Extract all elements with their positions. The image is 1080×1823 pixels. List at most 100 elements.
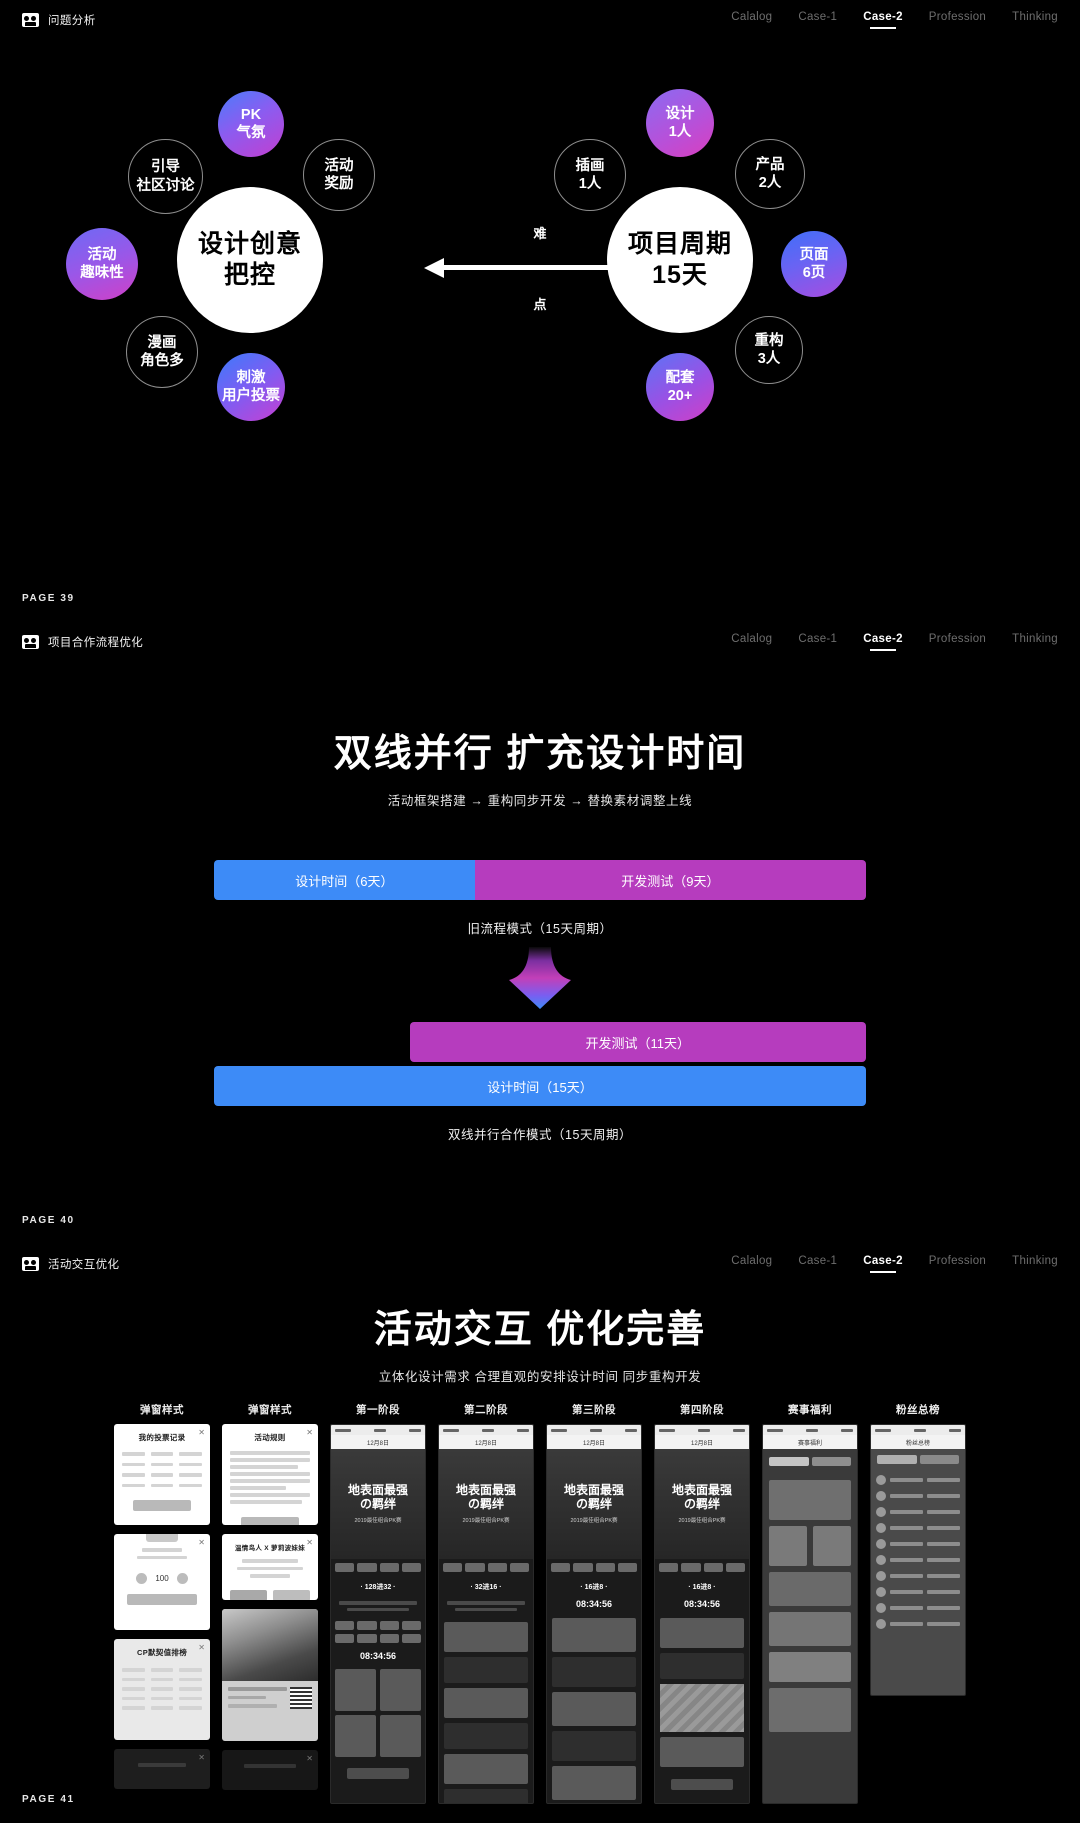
match-list[interactable] [655, 1613, 749, 1772]
nav-bar[interactable]: 12月8日 [547, 1435, 641, 1449]
dialog-cp-rank[interactable]: ✕ CP默契值排榜 [114, 1639, 210, 1740]
nav-item-case-1[interactable]: Case-1 [798, 1255, 837, 1273]
close-icon[interactable]: ✕ [198, 1643, 205, 1652]
list-item[interactable] [876, 1555, 960, 1565]
top-nav[interactable]: Calalog Case-1 Case-2 Profession Thinkin… [731, 1255, 1058, 1273]
top-nav[interactable]: Calalog Case-1 Case-2 Profession Thinkin… [731, 633, 1058, 651]
nav-item-thinking[interactable]: Thinking [1012, 11, 1058, 29]
phone-fan-ranking[interactable]: 粉丝总榜 [870, 1424, 966, 1696]
tab-strip[interactable] [331, 1559, 425, 1576]
cancel-button[interactable] [230, 1589, 267, 1600]
dialog-pair-confirm[interactable]: ✕ 温情鸟人 X 萝莉波妹妹 [222, 1534, 318, 1600]
poster-share-card[interactable] [222, 1609, 318, 1741]
plus-icon[interactable] [176, 1573, 188, 1584]
nav-item-profession[interactable]: Profession [929, 11, 986, 29]
nav-item-case-2[interactable]: Case-2 [863, 633, 903, 651]
list-item[interactable] [876, 1587, 960, 1597]
tab-strip[interactable] [655, 1559, 749, 1576]
load-more-button[interactable] [346, 1768, 410, 1779]
dialog-action-button[interactable] [133, 1500, 191, 1511]
phone-stage-4[interactable]: 12月8日 地表面最强 の羁绊 2019最佳组合PK赛 · 16进8 · 08:… [654, 1424, 750, 1804]
date-row[interactable] [331, 1634, 425, 1647]
list-item[interactable] [876, 1571, 960, 1581]
match-card[interactable] [552, 1692, 636, 1726]
quantity-stepper[interactable]: 100 [114, 1573, 210, 1584]
match-card[interactable] [552, 1657, 636, 1687]
phone-benefits[interactable]: 赛事福利 [762, 1424, 858, 1804]
match-card[interactable] [444, 1789, 528, 1803]
close-icon[interactable]: ✕ [198, 1428, 205, 1437]
list-item[interactable] [876, 1507, 960, 1517]
rank-list[interactable] [871, 1470, 965, 1634]
tab-strip[interactable] [547, 1559, 641, 1576]
dialog-buttons[interactable] [222, 1584, 318, 1600]
close-icon[interactable]: ✕ [198, 1538, 205, 1547]
minus-icon[interactable] [136, 1573, 148, 1584]
dialog-vote-record[interactable]: ✕ 我的投票记录 [114, 1424, 210, 1525]
match-card[interactable] [660, 1737, 744, 1767]
nav-bar[interactable]: 12月8日 [331, 1435, 425, 1449]
match-card[interactable] [552, 1731, 636, 1761]
nav-bar[interactable]: 赛事福利 [763, 1435, 857, 1449]
dialog-partial[interactable]: ✕ [114, 1749, 210, 1789]
match-card[interactable] [552, 1766, 636, 1800]
nav-bar[interactable]: 12月8日 [655, 1435, 749, 1449]
dialog-rules[interactable]: ✕ 活动规则 [222, 1424, 318, 1525]
match-card[interactable] [380, 1715, 421, 1757]
close-icon[interactable]: ✕ [306, 1428, 313, 1437]
tab-strip[interactable] [763, 1449, 857, 1474]
benefit-card[interactable] [769, 1612, 851, 1646]
nav-item-profession[interactable]: Profession [929, 633, 986, 651]
benefit-card[interactable] [813, 1526, 851, 1566]
match-card[interactable] [444, 1754, 528, 1784]
match-card[interactable] [380, 1669, 421, 1711]
dialog-partial[interactable]: ✕ [222, 1750, 318, 1790]
list-item[interactable] [876, 1475, 960, 1485]
phone-stage-2[interactable]: 12月8日 地表面最强 の羁绊 2019最佳组合PK赛 · 32进16 · [438, 1424, 534, 1804]
nav-bar[interactable]: 12月8日 [439, 1435, 533, 1449]
match-list[interactable] [547, 1613, 641, 1803]
nav-item-profession[interactable]: Profession [929, 1255, 986, 1273]
benefit-card[interactable] [769, 1480, 851, 1520]
benefits-list[interactable] [763, 1474, 857, 1738]
match-card[interactable] [335, 1669, 376, 1711]
phone-stage-3[interactable]: 12月8日 地表面最强 の羁绊 2019最佳组合PK赛 · 16进8 · 08:… [546, 1424, 642, 1804]
date-row[interactable] [331, 1617, 425, 1634]
nav-item-case-2[interactable]: Case-2 [863, 11, 903, 29]
list-item[interactable] [876, 1619, 960, 1629]
close-icon[interactable]: ✕ [198, 1753, 205, 1762]
benefit-card[interactable] [769, 1572, 851, 1606]
nav-item-thinking[interactable]: Thinking [1012, 1255, 1058, 1273]
load-more-button[interactable] [670, 1779, 734, 1790]
match-list[interactable] [439, 1617, 533, 1803]
match-card[interactable] [444, 1723, 528, 1749]
benefit-card[interactable] [769, 1652, 851, 1682]
phone-stage-1[interactable]: 12月8日 地表面最强 の羁绊 2019最佳组合PK赛 · 128进32 · 0… [330, 1424, 426, 1804]
match-card-grid[interactable] [331, 1665, 425, 1761]
dialog-action-button[interactable] [241, 1516, 299, 1525]
top-nav[interactable]: Calalog Case-1 Case-2 Profession Thinkin… [731, 11, 1058, 29]
nav-item-case-1[interactable]: Case-1 [798, 11, 837, 29]
nav-item-calalog[interactable]: Calalog [731, 633, 772, 651]
nav-item-thinking[interactable]: Thinking [1012, 633, 1058, 651]
match-card[interactable] [444, 1657, 528, 1683]
match-card[interactable] [660, 1618, 744, 1648]
benefit-card[interactable] [769, 1688, 851, 1732]
list-item[interactable] [876, 1523, 960, 1533]
list-item[interactable] [876, 1491, 960, 1501]
list-item[interactable] [876, 1539, 960, 1549]
tab-strip[interactable] [439, 1559, 533, 1576]
benefit-card[interactable] [769, 1526, 807, 1566]
tab-strip[interactable] [871, 1449, 965, 1470]
nav-item-case-1[interactable]: Case-1 [798, 633, 837, 651]
close-icon[interactable]: ✕ [306, 1538, 313, 1547]
match-card[interactable] [444, 1688, 528, 1718]
match-card[interactable] [335, 1715, 376, 1757]
match-card[interactable] [552, 1618, 636, 1652]
nav-item-calalog[interactable]: Calalog [731, 11, 772, 29]
match-card[interactable] [660, 1653, 744, 1679]
confirm-button[interactable] [273, 1589, 310, 1600]
match-card[interactable] [444, 1622, 528, 1652]
dialog-vote-stepper[interactable]: ✕ 100 [114, 1534, 210, 1630]
nav-item-case-2[interactable]: Case-2 [863, 1255, 903, 1273]
